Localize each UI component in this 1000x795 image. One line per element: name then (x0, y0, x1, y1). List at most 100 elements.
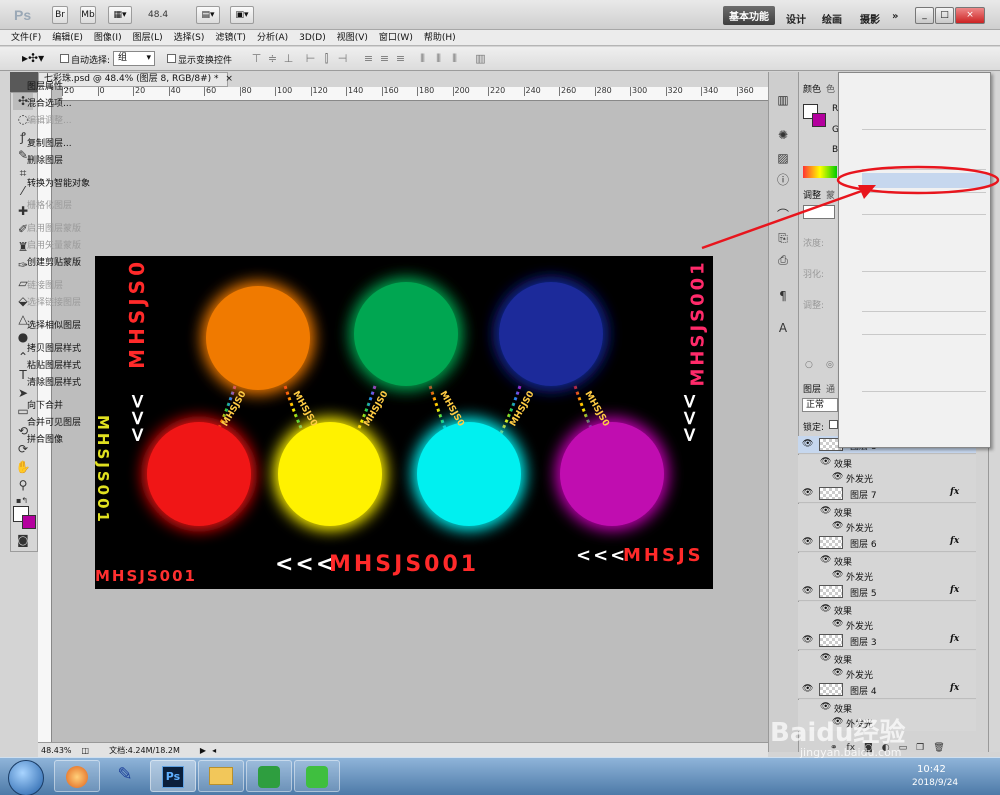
menu-item-merge-visible[interactable]: 合并可见图层 (27, 415, 81, 428)
fx-icon[interactable]: fx (950, 487, 959, 497)
menu-3d[interactable]: 3D(D) (299, 30, 326, 46)
close-icon[interactable]: × (225, 74, 233, 84)
effects-eye-icon[interactable]: 👁 (820, 457, 831, 467)
layer-effects-row[interactable]: 👁 效果 (798, 651, 976, 667)
menu-file[interactable]: 文件(F) (11, 30, 41, 46)
horizontal-ruler[interactable]: 20 0 20 40 60 80 100 120 140 160 180 200 220 240 260 28… (62, 87, 768, 101)
scroll-left-icon[interactable]: ◂ (212, 746, 216, 755)
view-extras-dropdown[interactable]: ▦▾ (108, 6, 132, 24)
menu-layer[interactable]: 图层(L) (133, 30, 163, 46)
taskbar-app-explorer[interactable] (198, 760, 244, 792)
paragraph-panel-icon[interactable]: ¶ (774, 288, 792, 305)
align-top-icon[interactable]: ⊤ (250, 52, 263, 65)
distribute-vcenter-icon[interactable]: ≡ (378, 52, 391, 65)
layer-row[interactable]: 👁 图层 3 fx (798, 632, 976, 650)
menu-item-copy-layer-style[interactable]: 拷贝图层样式 (27, 341, 81, 354)
outer-glow-eye-icon[interactable]: 👁 (832, 521, 843, 531)
hand-tool-icon[interactable]: ✋ (13, 459, 33, 476)
blend-mode-dropdown[interactable]: 正常 (802, 398, 838, 412)
distribute-hcenter-icon[interactable]: ⦀ (432, 52, 445, 65)
workspace-painting[interactable]: 绘画 (822, 11, 842, 26)
outer-glow-row[interactable]: 👁 外发光 (798, 568, 976, 584)
clock-time[interactable]: 10:42 (917, 764, 946, 775)
layer-effects-row[interactable]: 👁 效果 (798, 504, 976, 520)
taskbar-app-photoshop[interactable]: Ps (150, 760, 196, 792)
taskbar-app-pen[interactable] (246, 760, 292, 792)
menu-item-paste-layer-style[interactable]: 粘贴图层样式 (27, 358, 81, 371)
workspace-design[interactable]: 设计 (786, 11, 806, 26)
menu-edit[interactable]: 编辑(E) (52, 30, 83, 46)
workspace-essentials[interactable]: 基本功能 (723, 6, 775, 25)
zoom-level-field[interactable]: 48.4 (148, 7, 186, 23)
menu-item-duplicate-layer[interactable]: 复制图层... (27, 136, 72, 149)
clock-date[interactable]: 2018/9/24 (912, 778, 958, 788)
distribute-top-icon[interactable]: ≡ (362, 52, 375, 65)
visibility-eye-icon[interactable]: 👁 (802, 439, 813, 449)
menu-item-flatten-image[interactable]: 拼合图像 (27, 432, 63, 445)
effects-eye-icon[interactable]: 👁 (820, 702, 831, 712)
layer-row[interactable]: 👁 图层 5 fx (798, 583, 976, 601)
menu-item-merge-down[interactable]: 向下合并 (27, 398, 63, 411)
character-panel-icon[interactable]: A (774, 320, 792, 337)
image-canvas[interactable]: MHSJS0 <<< MHSJS001 <<< MHSJS001 MHSJS00… (95, 256, 713, 589)
layer-row[interactable]: 👁 图层 7 fx (798, 485, 976, 503)
layers-panel-tab[interactable]: 图层 (803, 382, 821, 395)
bridge-button[interactable]: Br (52, 6, 68, 24)
channels-panel-tab[interactable]: 通 (826, 382, 835, 395)
minimize-button[interactable]: _ (915, 7, 934, 24)
color-panel-tab[interactable]: 颜色 (803, 82, 821, 95)
restore-button[interactable]: □ (935, 7, 954, 24)
fx-icon[interactable]: fx (950, 585, 959, 595)
view-mask-icon[interactable]: ◎ (826, 360, 834, 370)
outer-glow-eye-icon[interactable]: 👁 (832, 619, 843, 629)
visibility-eye-icon[interactable]: 👁 (802, 684, 813, 694)
align-right-icon[interactable]: ⊣ (336, 52, 349, 65)
color-panel-bg-swatch[interactable] (812, 113, 826, 127)
align-bottom-icon[interactable]: ⊥ (282, 52, 295, 65)
visibility-eye-icon[interactable]: 👁 (802, 488, 813, 498)
layer-row[interactable]: 👁 图层 6 fx (798, 534, 976, 552)
menu-help[interactable]: 帮助(H) (424, 30, 456, 46)
arrange-documents-dropdown[interactable]: ▤▾ (196, 6, 220, 24)
fx-icon[interactable]: fx (950, 536, 959, 546)
effects-eye-icon[interactable]: 👁 (820, 506, 831, 516)
menu-item-convert-to-smart-object[interactable]: 转换为智能对象 (27, 176, 90, 189)
menu-window[interactable]: 窗口(W) (379, 30, 413, 46)
fx-icon[interactable]: fx (950, 634, 959, 644)
menu-select[interactable]: 选择(S) (174, 30, 205, 46)
visibility-eye-icon[interactable]: 👁 (802, 635, 813, 645)
menu-analysis[interactable]: 分析(A) (257, 30, 288, 46)
outer-glow-eye-icon[interactable]: 👁 (832, 472, 843, 482)
menu-item-blending-options[interactable]: 混合选项... (27, 96, 72, 109)
move-tool-preset-icon[interactable]: ▸✣▾ (22, 51, 44, 65)
menu-filter[interactable]: 滤镜(T) (215, 30, 246, 46)
layer-effects-row[interactable]: 👁 效果 (798, 553, 976, 569)
align-hcenter-icon[interactable]: ⫿ (320, 52, 333, 65)
outer-glow-eye-icon[interactable]: 👁 (832, 570, 843, 580)
align-left-icon[interactable]: ⊢ (304, 52, 317, 65)
taskbar-app-browser[interactable] (54, 760, 100, 792)
lock-transparent-checkbox[interactable] (829, 420, 838, 429)
layer-effects-row[interactable]: 👁 效果 (798, 455, 976, 471)
menu-item-select-similar-layers[interactable]: 选择相似图层 (27, 318, 81, 331)
outer-glow-row[interactable]: 👁 外发光 (798, 666, 976, 682)
effects-eye-icon[interactable]: 👁 (820, 604, 831, 614)
screen-mode-dropdown[interactable]: ▣▾ (230, 6, 254, 24)
background-color-swatch[interactable] (22, 515, 36, 529)
show-transform-checkbox[interactable] (167, 54, 176, 63)
status-menu-arrow-icon[interactable]: ▶ (200, 746, 206, 755)
menu-image[interactable]: 图像(I) (94, 30, 122, 46)
outer-glow-row[interactable]: 👁 外发光 (798, 617, 976, 633)
mini-bridge-button[interactable]: Mb (80, 6, 96, 24)
history-panel-icon[interactable]: ▥ (774, 92, 792, 109)
menu-item-layer-properties[interactable]: 图层属性... (27, 79, 72, 92)
actions-panel-icon[interactable]: ✺ (774, 127, 792, 144)
quick-mask-icon[interactable]: ◙ (13, 532, 33, 549)
start-button[interactable] (8, 760, 44, 795)
effects-eye-icon[interactable]: 👁 (820, 653, 831, 663)
distribute-right-icon[interactable]: ⦀ (448, 52, 461, 65)
auto-select-dropdown[interactable]: 组 ▾ (113, 51, 155, 66)
layer-effects-row[interactable]: 👁 效果 (798, 602, 976, 618)
menu-item-create-clipping-mask[interactable]: 创建剪贴蒙版 (27, 255, 81, 268)
taskbar-app-brush[interactable]: ✎ (102, 760, 148, 792)
